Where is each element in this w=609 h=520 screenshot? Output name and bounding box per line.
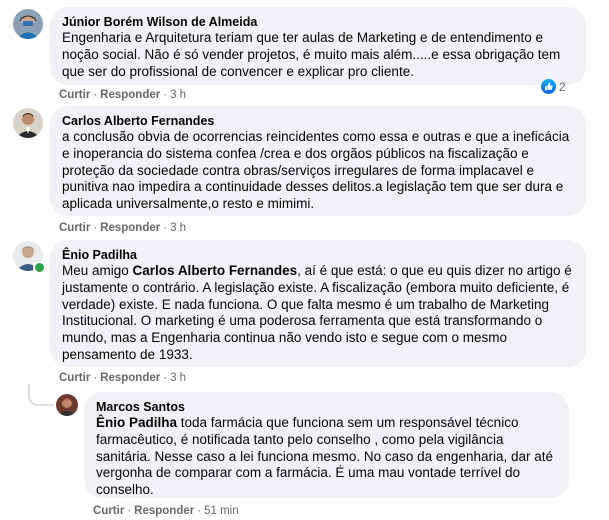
timestamp[interactable]: 51 min [204, 505, 239, 517]
avatar-carlos[interactable] [13, 108, 43, 138]
thumbs-up-icon [541, 79, 556, 94]
reply-thread-line [28, 384, 54, 406]
like-button[interactable]: Curtir [59, 89, 90, 101]
timestamp[interactable]: 3 h [170, 222, 186, 234]
comment-actions: Curtir · Responder · 3 h [59, 221, 186, 235]
comment-text: Ênio Padilha toda farmácia que funciona … [96, 415, 557, 499]
timestamp[interactable]: 3 h [170, 372, 186, 384]
like-button[interactable]: Curtir [59, 222, 90, 234]
separator: · [197, 505, 202, 517]
reaction-summary[interactable]: 2 [541, 79, 566, 94]
separator: · [93, 89, 98, 101]
comment-bubble: Ênio Padilha Meu amigo Carlos Alberto Fe… [50, 240, 586, 367]
comment-text: Meu amigo Carlos Alberto Fernandes, aí é… [62, 263, 574, 364]
mention-link[interactable]: Carlos Alberto Fernandes [133, 263, 298, 278]
comment-text: Engenharia e Arquitetura teriam que ter … [62, 30, 561, 79]
comment-bubble: Marcos Santos Ênio Padilha toda farmácia… [84, 392, 569, 498]
comment-author[interactable]: Júnior Borém Wilson de Almeida [62, 14, 574, 30]
reaction-count: 2 [559, 79, 566, 94]
like-button[interactable]: Curtir [59, 372, 90, 384]
timestamp[interactable]: 3 h [170, 89, 186, 101]
separator: · [163, 222, 168, 234]
comment-actions: Curtir · Responder · 3 h [59, 88, 186, 102]
separator: · [163, 372, 168, 384]
reply-button[interactable]: Responder [100, 222, 160, 234]
avatar-junior[interactable] [13, 9, 43, 39]
separator: · [93, 372, 98, 384]
separator: · [93, 222, 98, 234]
reply-button[interactable]: Responder [100, 372, 160, 384]
online-status-icon [33, 261, 46, 274]
comment-author[interactable]: Marcos Santos [96, 399, 557, 415]
comment-text: a conclusão obvia de ocorrencias reincid… [62, 129, 570, 212]
comment-text-before: Meu amigo [62, 263, 133, 278]
like-button[interactable]: Curtir [93, 505, 124, 517]
separator: · [127, 505, 132, 517]
comment-bubble: Júnior Borém Wilson de Almeida Engenhari… [50, 7, 586, 85]
comment-author[interactable]: Ênio Padilha [62, 247, 574, 263]
comment-bubble: Carlos Alberto Fernandes a conclusão obv… [50, 106, 586, 216]
mention-link[interactable]: Ênio Padilha [96, 415, 177, 430]
avatar-marcos[interactable] [56, 394, 78, 416]
separator: · [163, 89, 168, 101]
comment-actions: Curtir · Responder · 3 h [59, 371, 186, 385]
comment-actions: Curtir · Responder · 51 min [93, 504, 239, 518]
reply-button[interactable]: Responder [100, 89, 160, 101]
comment-author[interactable]: Carlos Alberto Fernandes [62, 113, 574, 129]
reply-button[interactable]: Responder [134, 505, 194, 517]
